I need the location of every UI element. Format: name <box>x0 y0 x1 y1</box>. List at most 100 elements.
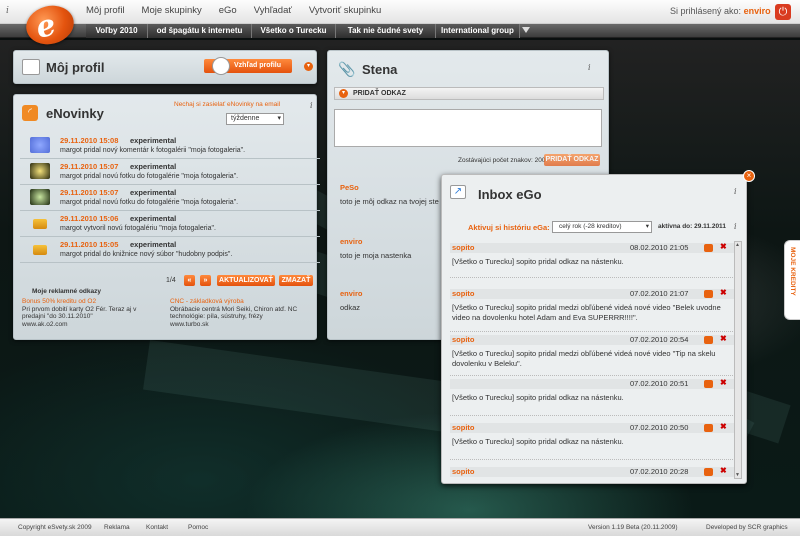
ads-title: Moje reklamné odkazy <box>32 288 101 295</box>
frequency-select[interactable]: týždenne ▾ <box>226 113 284 125</box>
news-item[interactable]: 29.11.2010 15:07 experimental margot prida… <box>20 185 320 211</box>
reply-icon[interactable] <box>704 244 713 252</box>
avatar <box>212 57 230 75</box>
add-post-header[interactable]: ▾ PRIDAŤ ODKAZ <box>334 87 604 100</box>
update-button[interactable]: AKTUALIZOVAŤ <box>217 275 275 286</box>
photo-thumbnail <box>30 163 50 179</box>
info-icon[interactable]: i <box>588 63 591 72</box>
close-icon[interactable]: × <box>743 170 755 182</box>
frequency-value: týždenne <box>231 115 260 122</box>
reply-icon[interactable] <box>704 336 713 344</box>
group-nav: Voľby 2010 od špagátu k internetu Všetko… <box>0 24 800 38</box>
info-icon[interactable]: i <box>6 6 9 16</box>
top-bar: i Môj profil Moje skupinky eGo Vyhľadať … <box>0 0 800 24</box>
nav-my-groups[interactable]: Moje skupinky <box>142 5 202 16</box>
delete-icon[interactable]: ✖ <box>720 422 727 431</box>
page-indicator: 1/4 <box>166 277 176 284</box>
info-icon[interactable]: i <box>734 187 737 196</box>
version: Version 1.19 Beta (20.11.2009) <box>588 524 678 531</box>
power-icon[interactable]: ⏻ <box>775 4 791 20</box>
copyright: Copyright eSvety.sk 2009 <box>18 524 92 531</box>
post-user[interactable]: PeSo <box>340 183 359 192</box>
footer-ads-link[interactable]: Reklama <box>104 524 130 531</box>
group-tab-turecko[interactable]: Všetko o Turecku <box>252 24 336 38</box>
history-value: celý rok (-28 kreditov) <box>559 223 622 230</box>
news-item[interactable]: 29.11.2010 15:08 experimental margot prida… <box>20 133 320 159</box>
photo-thumbnail <box>30 189 50 205</box>
next-page-button[interactable]: » <box>200 275 211 286</box>
profile-panel: Môj profil Vzhľad profilu ▾ <box>13 50 317 84</box>
nav-search[interactable]: Vyhľadať <box>254 5 292 16</box>
scroll-up-icon[interactable]: ▲ <box>735 242 740 248</box>
ad1-title[interactable]: Bonus 50% kreditu od O2 <box>22 298 96 305</box>
ad2-text: Obrábacie centrá Mori Seiki, Chiron atď.… <box>170 306 298 320</box>
news-title: eNovinky <box>46 106 104 121</box>
news-panel: ◜ eNovinky Nechaj si zasielať eNovinky n… <box>13 94 320 340</box>
post-user[interactable]: enviro <box>340 237 363 246</box>
delete-icon[interactable]: ✖ <box>720 242 727 251</box>
credits-label: MOJE KREDITY <box>789 247 796 296</box>
prev-page-button[interactable]: « <box>184 275 195 286</box>
ad1-url[interactable]: www.ak.o2.com <box>22 321 68 328</box>
profile-look-label: Vzhľad profilu <box>234 62 282 69</box>
login-status: Si prihlásený ako: enviro <box>670 6 771 16</box>
reply-icon[interactable] <box>704 290 713 298</box>
chars-remaining: Zostávajúci počet znakov: 200 <box>458 157 546 164</box>
paperclip-icon: 📎 <box>338 61 356 77</box>
footer-help-link[interactable]: Pomoc <box>188 524 208 531</box>
footer: Copyright eSvety.sk 2009 Reklama Kontakt… <box>0 518 800 536</box>
scroll-down-icon[interactable]: ▼ <box>735 472 740 478</box>
delete-icon[interactable]: ✖ <box>720 334 727 343</box>
post-text: odkaz <box>340 303 361 312</box>
group-tab-international[interactable]: International group <box>436 24 520 38</box>
post-user[interactable]: enviro <box>340 289 363 298</box>
news-item[interactable]: 29.11.2010 15:07 experimental margot prida… <box>20 159 320 185</box>
nav-ego[interactable]: eGo <box>219 5 237 16</box>
delete-icon[interactable]: ✖ <box>720 466 727 475</box>
delete-button[interactable]: ZMAZAŤ <box>279 275 313 286</box>
history-label: Aktivuj si históriu eGa: <box>468 223 550 232</box>
inbox-title: Inbox eGo <box>478 187 542 202</box>
collapse-icon[interactable]: ▾ <box>304 62 313 71</box>
login-label: Si prihlásený ako: <box>670 6 742 16</box>
post-text: toto je moja nastenka <box>340 251 412 260</box>
wall-title: Stena <box>362 62 398 77</box>
info-icon[interactable]: i <box>734 222 737 231</box>
chevron-down-icon[interactable] <box>522 27 530 33</box>
email-news-link[interactable]: Nechaj si zasielať eNovinky na email <box>174 101 280 108</box>
news-item[interactable]: 29.11.2010 15:06 experimental margot vytvo… <box>20 211 320 237</box>
chevron-down-icon: ▾ <box>339 89 348 98</box>
delete-icon[interactable]: ✖ <box>720 288 727 297</box>
group-tab-volby[interactable]: Voľby 2010 <box>86 24 148 38</box>
footer-contact-link[interactable]: Kontakt <box>146 524 168 531</box>
login-user[interactable]: enviro <box>744 6 771 16</box>
history-select[interactable]: celý rok (-28 kreditov) ▾ <box>552 221 652 233</box>
add-post-button[interactable]: PRIDAŤ ODKAZ <box>544 154 600 166</box>
ad2-url[interactable]: www.turbo.sk <box>170 321 209 328</box>
post-text: toto je môj odkaz na tvojej ste <box>340 197 439 206</box>
credits-side-tab[interactable]: MOJE KREDITY <box>784 240 800 320</box>
reply-icon[interactable] <box>704 424 713 432</box>
group-tab-spagat[interactable]: od špagátu k internetu <box>148 24 252 38</box>
ad1-text: Pri prvom dobití karty O2 Fér. Teraz aj … <box>22 306 137 320</box>
chevron-down-icon: ▾ <box>277 115 281 122</box>
rss-icon: ◜ <box>22 105 38 121</box>
chevron-down-icon: ▾ <box>645 223 649 230</box>
scrollbar[interactable]: ▲ ▼ <box>734 241 742 479</box>
news-item[interactable]: 29.11.2010 15:05 experimental margot prida… <box>20 237 320 263</box>
nav-my-profile[interactable]: Môj profil <box>86 5 125 16</box>
reply-icon[interactable] <box>704 380 713 388</box>
ad2-title[interactable]: CNC - základková výroba <box>170 298 244 305</box>
reply-icon[interactable] <box>704 468 713 476</box>
delete-icon[interactable]: ✖ <box>720 378 727 387</box>
add-post-label: PRIDAŤ ODKAZ <box>353 90 406 97</box>
top-nav: Môj profil Moje skupinky eGo Vyhľadať Vy… <box>86 5 381 16</box>
comment-icon <box>30 137 50 153</box>
post-textarea[interactable] <box>334 109 602 147</box>
info-icon[interactable]: i <box>310 101 313 110</box>
nav-create-group[interactable]: Vytvoriť skupinku <box>309 5 381 16</box>
group-tab-svety[interactable]: Tak nie čudné svety <box>336 24 436 38</box>
profile-title: Môj profil <box>46 60 105 75</box>
profile-look-button[interactable]: Vzhľad profilu <box>204 57 292 75</box>
profile-card-icon <box>22 59 40 75</box>
